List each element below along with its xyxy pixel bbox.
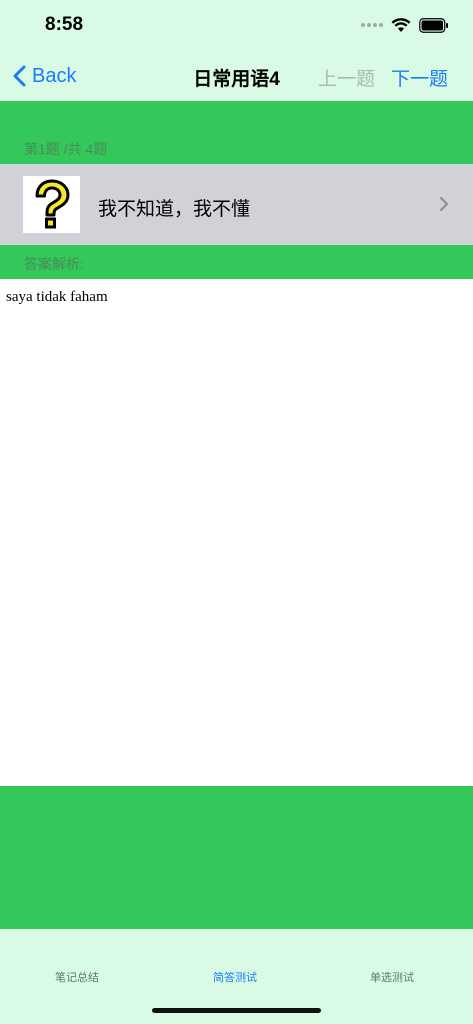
- tab-single-choice-test[interactable]: 单选测试: [370, 969, 414, 985]
- navigation-bar: Back 日常用语4 上一题 下一题: [0, 50, 473, 101]
- question-row[interactable]: 我不知道，我不懂: [0, 164, 473, 245]
- battery-icon: [419, 17, 448, 33]
- chevron-left-icon: [13, 65, 26, 87]
- back-label: Back: [32, 64, 77, 87]
- question-text: 我不知道，我不懂: [98, 199, 251, 220]
- answer-text: saya tidak faham: [6, 289, 108, 305]
- signal-icon: [361, 23, 383, 27]
- wifi-icon: [391, 17, 411, 32]
- status-icons: [361, 16, 449, 34]
- question-index: 第1题 /共 4题: [24, 141, 108, 157]
- question-mark-icon: [35, 179, 70, 229]
- tab-short-answer-test[interactable]: 简答测试: [213, 969, 257, 985]
- previous-question-button[interactable]: 上一题: [318, 64, 375, 91]
- answer-area: saya tidak faham: [0, 279, 473, 786]
- bottom-band: [0, 786, 473, 929]
- question-image: [23, 176, 80, 233]
- home-indicator: [152, 1008, 321, 1013]
- tab-notes-summary[interactable]: 笔记总结: [55, 969, 99, 985]
- next-question-button[interactable]: 下一题: [391, 64, 448, 91]
- answer-label: 答案解析:: [24, 256, 84, 272]
- status-bar: 8:58: [0, 0, 473, 50]
- status-time: 8:58: [45, 14, 84, 35]
- back-button[interactable]: Back: [12, 62, 76, 90]
- chevron-right-icon: [439, 196, 449, 212]
